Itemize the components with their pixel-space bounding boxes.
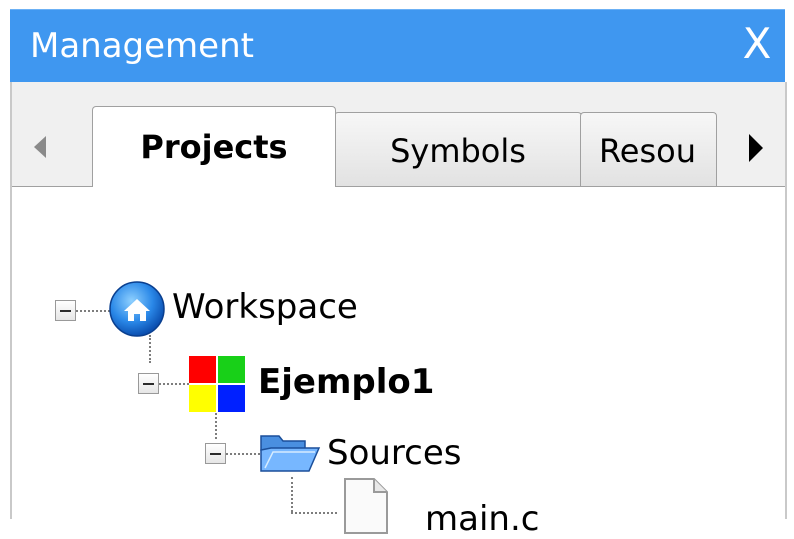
tab-projects-label: Projects (140, 128, 288, 166)
workspace-home-icon (109, 281, 165, 337)
project-colored-squares-icon (189, 356, 245, 412)
tree-connector (215, 413, 217, 439)
tree-node-main-c[interactable]: main.c (425, 499, 539, 539)
tree-connector (159, 383, 189, 385)
tree-node-sources[interactable]: Sources (327, 433, 462, 473)
panel-body: Projects Symbols Resou Workspace Ejemplo… (10, 82, 787, 539)
tab-strip: Projects Symbols Resou (12, 82, 785, 187)
tree-connector (291, 512, 337, 514)
project-tree: Workspace Ejemplo1 Sources main.c (12, 187, 785, 539)
scroll-right-arrow-icon[interactable] (749, 134, 763, 162)
tree-connector (149, 335, 151, 363)
tree-connector (291, 477, 293, 512)
workspace-collapse-icon[interactable] (55, 300, 76, 321)
file-icon (344, 478, 388, 534)
sources-collapse-icon[interactable] (205, 443, 226, 464)
tab-projects[interactable]: Projects (92, 106, 336, 187)
project-collapse-icon[interactable] (138, 373, 159, 394)
close-icon[interactable]: X (735, 22, 779, 66)
tab-symbols-label: Symbols (390, 132, 526, 170)
tab-resources-label: Resou (599, 132, 697, 170)
tree-node-workspace[interactable]: Workspace (172, 287, 358, 327)
panel-title: Management (30, 26, 254, 66)
tab-symbols[interactable]: Symbols (334, 112, 582, 186)
tree-connector (226, 453, 260, 455)
panel-title-bar[interactable]: Management X (10, 9, 785, 83)
tree-connector (76, 310, 110, 312)
tab-resources[interactable]: Resou (580, 112, 717, 186)
tree-node-project[interactable]: Ejemplo1 (258, 362, 434, 402)
scroll-left-arrow-icon[interactable] (34, 136, 46, 158)
open-folder-icon (260, 435, 321, 472)
management-panel: Management X Projects Symbols Resou Work… (0, 0, 794, 539)
